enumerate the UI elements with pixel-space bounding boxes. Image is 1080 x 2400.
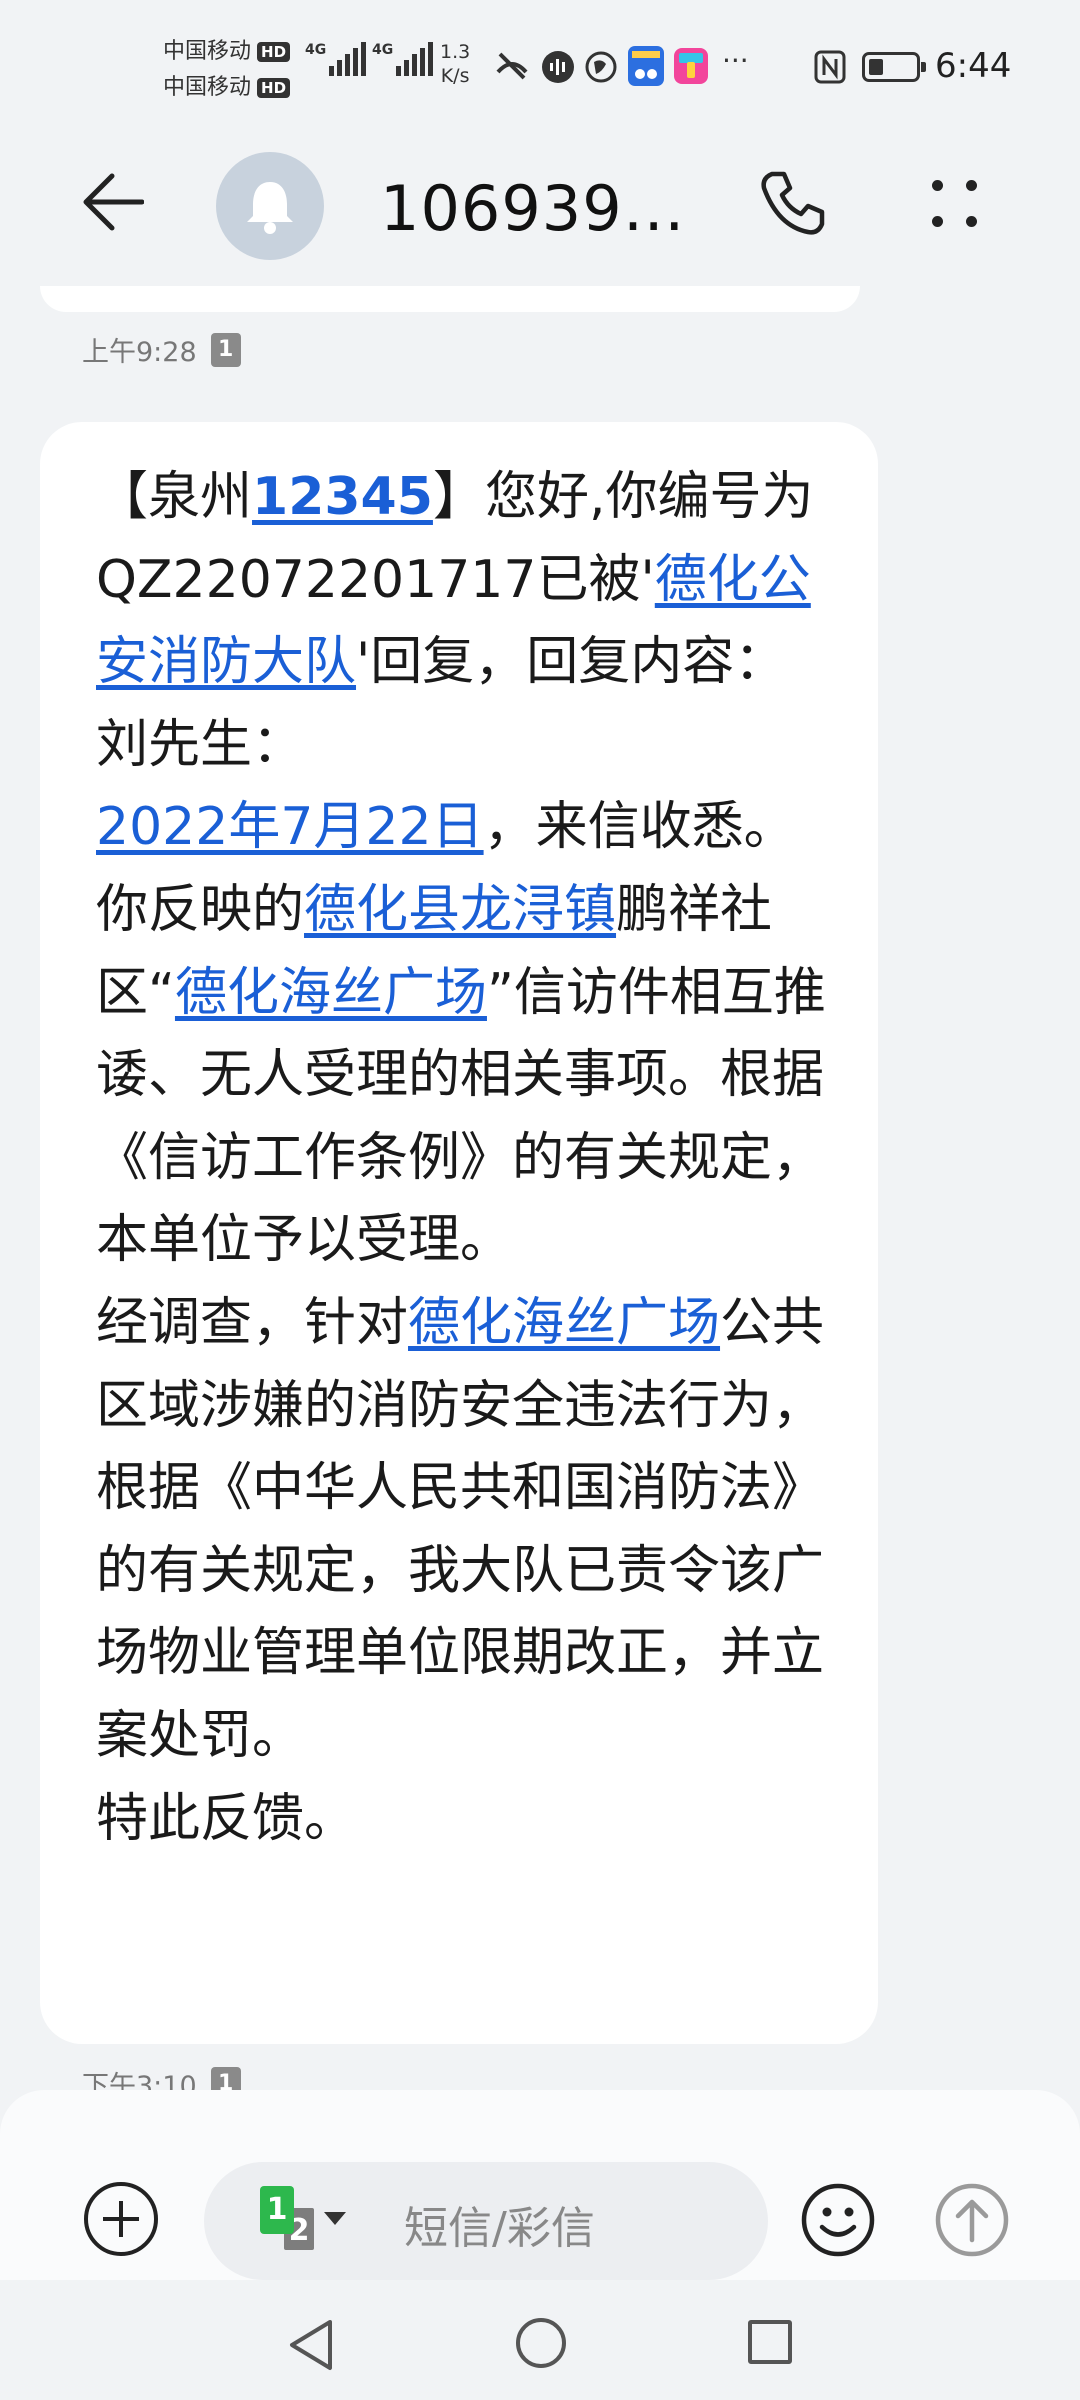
network-type: 4G	[372, 42, 394, 58]
hd-badge: HD	[257, 42, 291, 62]
compose-bar: 2 1 短信/彩信	[0, 2090, 1080, 2280]
message-link[interactable]: 德化海丝广场	[175, 963, 487, 1023]
status-bar: 中国移动 HD 中国移动 HD 4G 4G 1.3 K/s ··· 6:44	[0, 0, 1080, 130]
input-placeholder: 短信/彩信	[404, 2203, 595, 2254]
carrier-name: 中国移动	[163, 75, 252, 100]
mute-icon	[496, 52, 528, 80]
message-link[interactable]: 德化海丝广场	[408, 1293, 720, 1353]
more-notifications-icon: ···	[722, 44, 749, 77]
signal-icon: 4G	[305, 42, 369, 76]
send-icon[interactable]	[934, 2182, 1010, 2258]
phone-icon[interactable]	[758, 168, 828, 238]
back-arrow-icon[interactable]	[82, 172, 144, 232]
nfc-icon	[814, 50, 846, 84]
clock: 6:44	[935, 46, 1012, 86]
more-options-icon[interactable]	[930, 178, 982, 230]
vpn-icon	[585, 51, 617, 83]
previous-message-bubble	[40, 286, 860, 312]
message-bubble[interactable]: 【泉州12345】您好,你编号为QZ22072201717已被'德化公安消防大队…	[40, 422, 878, 2044]
avatar[interactable]	[216, 152, 324, 260]
network-type: 4G	[305, 42, 327, 58]
hd-badge: HD	[257, 78, 291, 98]
voice-assistant-icon	[542, 51, 574, 83]
nav-back-icon[interactable]	[286, 2318, 334, 2372]
nav-recent-apps-icon[interactable]	[748, 2320, 792, 2364]
sim-badge: 1	[210, 332, 241, 367]
message-text: 【泉州12345】您好,你编号为QZ22072201717已被'德化公安消防大队…	[96, 456, 828, 1860]
carrier-2: 中国移动 HD	[163, 70, 291, 106]
sim-1-icon: 1	[260, 2186, 294, 2234]
message-link[interactable]: 2022年7月22日	[96, 797, 484, 857]
message-meta: 上午9:28 1	[82, 330, 241, 369]
nav-home-icon[interactable]	[516, 2318, 566, 2368]
message-input[interactable]: 2 1 短信/彩信	[204, 2162, 768, 2280]
net-speed: 1.3 K/s	[440, 40, 470, 88]
net-speed-value: 1.3	[440, 41, 471, 63]
battery-icon	[862, 52, 926, 82]
carrier-list: 中国移动 HD 中国移动 HD	[163, 34, 291, 106]
app-notification-icon	[628, 46, 664, 86]
navigation-bar	[0, 2280, 1080, 2400]
carrier-1: 中国移动 HD	[163, 34, 291, 70]
message-text-segment: 【泉州	[96, 467, 253, 527]
message-link[interactable]: 德化县龙浔镇	[304, 880, 616, 940]
signal-icon: 4G	[372, 42, 436, 76]
sim-selector[interactable]: 2 1	[260, 2186, 346, 2256]
message-time: 上午9:28	[82, 337, 197, 368]
app-notification-icon	[674, 48, 708, 84]
bell-icon	[247, 182, 293, 234]
chevron-down-icon	[324, 2212, 346, 2225]
add-attachment-button[interactable]	[84, 2182, 158, 2256]
emoji-icon[interactable]	[800, 2182, 876, 2258]
carrier-name: 中国移动	[163, 39, 252, 64]
message-text-segment: 公共区域涉嫌的消防安全违法行为，根据《中华人民共和国消防法》的有关规定，我大队已…	[96, 1292, 825, 1849]
net-speed-unit: K/s	[440, 65, 470, 87]
contact-name[interactable]: 106939…	[380, 172, 686, 245]
message-link[interactable]: 12345	[252, 467, 433, 527]
